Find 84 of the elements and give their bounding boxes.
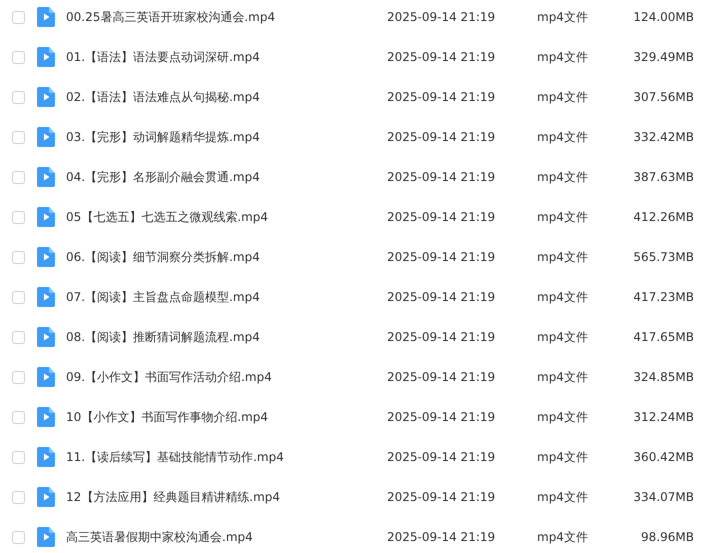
modified-date: 2025-09-14 21:19 xyxy=(387,290,496,304)
file-size: 329.49MB xyxy=(632,50,694,64)
video-file-icon xyxy=(37,327,55,347)
modified-date: 2025-09-14 21:19 xyxy=(387,90,496,104)
checkbox[interactable] xyxy=(12,290,25,304)
file-type: mp4文件 xyxy=(537,448,589,466)
file-type: mp4文件 xyxy=(537,128,589,146)
file-name[interactable]: 10【小作文】书面写作事物介绍.mp4 xyxy=(66,408,387,426)
checkbox[interactable] xyxy=(12,210,25,224)
checkbox[interactable] xyxy=(12,170,25,184)
modified-date: 2025-09-14 21:19 xyxy=(387,10,496,24)
file-type: mp4文件 xyxy=(537,248,589,266)
modified-date: 2025-09-14 21:19 xyxy=(387,530,496,544)
checkbox[interactable] xyxy=(12,370,25,384)
video-file-icon xyxy=(37,527,55,547)
file-size: 124.00MB xyxy=(632,10,694,24)
checkbox[interactable] xyxy=(12,410,25,424)
file-size: 565.73MB xyxy=(632,250,694,264)
file-type: mp4文件 xyxy=(537,528,589,546)
modified-date: 2025-09-14 21:19 xyxy=(387,450,496,464)
checkbox[interactable] xyxy=(12,130,25,144)
file-size: 324.85MB xyxy=(632,370,694,384)
file-size: 332.42MB xyxy=(632,130,694,144)
file-size: 417.23MB xyxy=(632,290,694,304)
file-name[interactable]: 12【方法应用】经典题目精讲精练.mp4 xyxy=(66,488,387,506)
modified-date: 2025-09-14 21:19 xyxy=(387,210,496,224)
checkbox[interactable] xyxy=(12,330,25,344)
file-name[interactable]: 01.【语法】语法要点动词深研.mp4 xyxy=(66,48,387,66)
file-size: 360.42MB xyxy=(632,450,694,464)
modified-date: 2025-09-14 21:19 xyxy=(387,50,496,64)
file-type: mp4文件 xyxy=(537,208,589,226)
file-type: mp4文件 xyxy=(537,368,589,386)
modified-date: 2025-09-14 21:19 xyxy=(387,330,496,344)
modified-date: 2025-09-14 21:19 xyxy=(387,170,496,184)
file-name[interactable]: 08.【阅读】推断猜词解题流程.mp4 xyxy=(66,328,387,346)
file-type: mp4文件 xyxy=(537,488,589,506)
file-size: 307.56MB xyxy=(632,90,694,104)
file-size: 312.24MB xyxy=(632,410,694,424)
video-file-icon xyxy=(37,407,55,427)
file-type: mp4文件 xyxy=(537,88,589,106)
video-file-icon xyxy=(37,87,55,107)
file-name[interactable]: 07.【阅读】主旨盘点命题模型.mp4 xyxy=(66,288,387,306)
file-name[interactable]: 06.【阅读】细节洞察分类拆解.mp4 xyxy=(66,248,387,266)
file-name[interactable]: 05【七选五】七选五之微观线索.mp4 xyxy=(66,208,387,226)
checkbox[interactable] xyxy=(12,250,25,264)
file-name[interactable]: 11.【读后续写】基础技能情节动作.mp4 xyxy=(66,448,387,466)
file-name[interactable]: 09.【小作文】书面写作活动介绍.mp4 xyxy=(66,368,387,386)
video-file-icon xyxy=(37,247,55,267)
video-file-icon xyxy=(37,487,55,507)
modified-date: 2025-09-14 21:19 xyxy=(387,490,496,504)
video-file-icon xyxy=(37,287,55,307)
file-size: 417.65MB xyxy=(632,330,694,344)
video-file-icon xyxy=(37,207,55,227)
file-name[interactable]: 02.【语法】语法难点从句揭秘.mp4 xyxy=(66,88,387,106)
file-name[interactable]: 高三英语暑假期中家校沟通会.mp4 xyxy=(66,528,387,546)
file-size: 98.96MB xyxy=(640,530,694,544)
modified-date: 2025-09-14 21:19 xyxy=(387,250,496,264)
file-size: 387.63MB xyxy=(632,170,694,184)
file-type: mp4文件 xyxy=(537,408,589,426)
checkbox[interactable] xyxy=(12,10,25,24)
file-size: 412.26MB xyxy=(632,210,694,224)
checkbox[interactable] xyxy=(12,490,25,504)
file-type: mp4文件 xyxy=(537,288,589,306)
modified-date: 2025-09-14 21:19 xyxy=(387,370,496,384)
video-file-icon xyxy=(37,7,55,27)
modified-date: 2025-09-14 21:19 xyxy=(387,130,496,144)
checkbox[interactable] xyxy=(12,50,25,64)
video-file-icon xyxy=(37,47,55,67)
file-type: mp4文件 xyxy=(537,8,589,26)
video-file-icon xyxy=(37,447,55,467)
file-name[interactable]: 00.25暑高三英语开班家校沟通会.mp4 xyxy=(66,8,387,26)
checkbox[interactable] xyxy=(12,90,25,104)
file-name[interactable]: 03.【完形】动词解题精华提炼.mp4 xyxy=(66,128,387,146)
file-type: mp4文件 xyxy=(537,328,589,346)
file-size: 334.07MB xyxy=(632,490,694,504)
checkbox[interactable] xyxy=(12,530,25,544)
modified-date: 2025-09-14 21:19 xyxy=(387,410,496,424)
file-type: mp4文件 xyxy=(537,168,589,186)
file-type: mp4文件 xyxy=(537,48,589,66)
video-file-icon xyxy=(37,167,55,187)
video-file-icon xyxy=(37,367,55,387)
checkbox[interactable] xyxy=(12,450,25,464)
video-file-icon xyxy=(37,127,55,147)
file-name[interactable]: 04.【完形】名形副介融会贯通.mp4 xyxy=(66,168,387,186)
